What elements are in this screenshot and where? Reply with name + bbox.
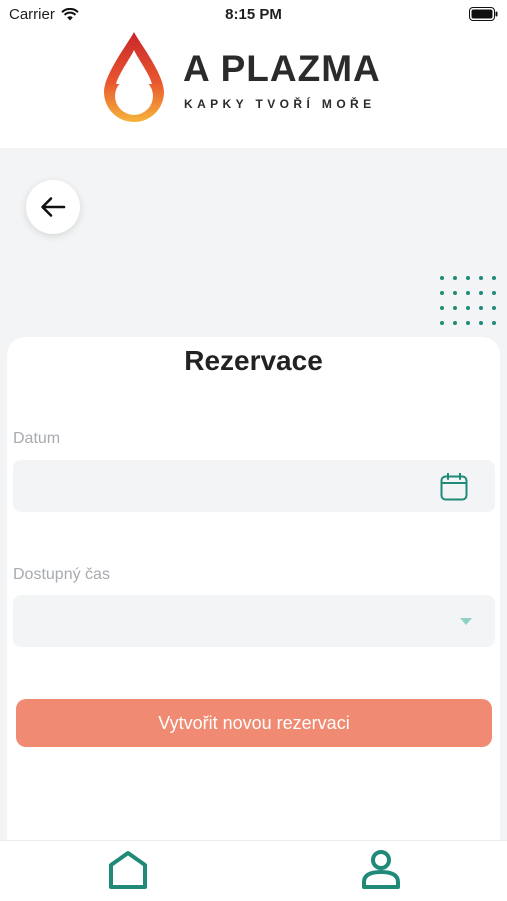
page-title: Rezervace	[184, 345, 323, 376]
date-field[interactable]	[13, 460, 495, 512]
logo-header: A PLAZMA KAPKY TVOŘÍ MOŘE	[0, 28, 507, 148]
reservation-card: Rezervace Datum Dostupný čas Vytvořit no…	[7, 337, 500, 840]
blood-drop-logo-icon	[104, 32, 164, 122]
time-select[interactable]	[13, 595, 495, 647]
decorative-dot-pattern	[440, 276, 500, 336]
calendar-icon[interactable]	[440, 473, 468, 501]
status-bar: Carrier 8:15 PM	[0, 0, 507, 28]
arrow-left-icon	[41, 197, 66, 217]
home-icon[interactable]	[108, 850, 148, 890]
back-button[interactable]	[26, 180, 80, 234]
battery-icon	[469, 7, 498, 21]
create-reservation-button[interactable]: Vytvořit novou rezervaci	[16, 699, 492, 747]
time-label: Dostupný čas	[13, 566, 110, 583]
chevron-down-icon	[460, 618, 472, 625]
brand-tagline: KAPKY TVOŘÍ MOŘE	[184, 97, 376, 111]
date-label: Datum	[13, 430, 61, 447]
bottom-nav	[0, 840, 507, 901]
user-icon[interactable]	[361, 849, 401, 889]
clock: 8:15 PM	[225, 6, 282, 23]
brand-name: A PLAZMA	[183, 48, 381, 89]
